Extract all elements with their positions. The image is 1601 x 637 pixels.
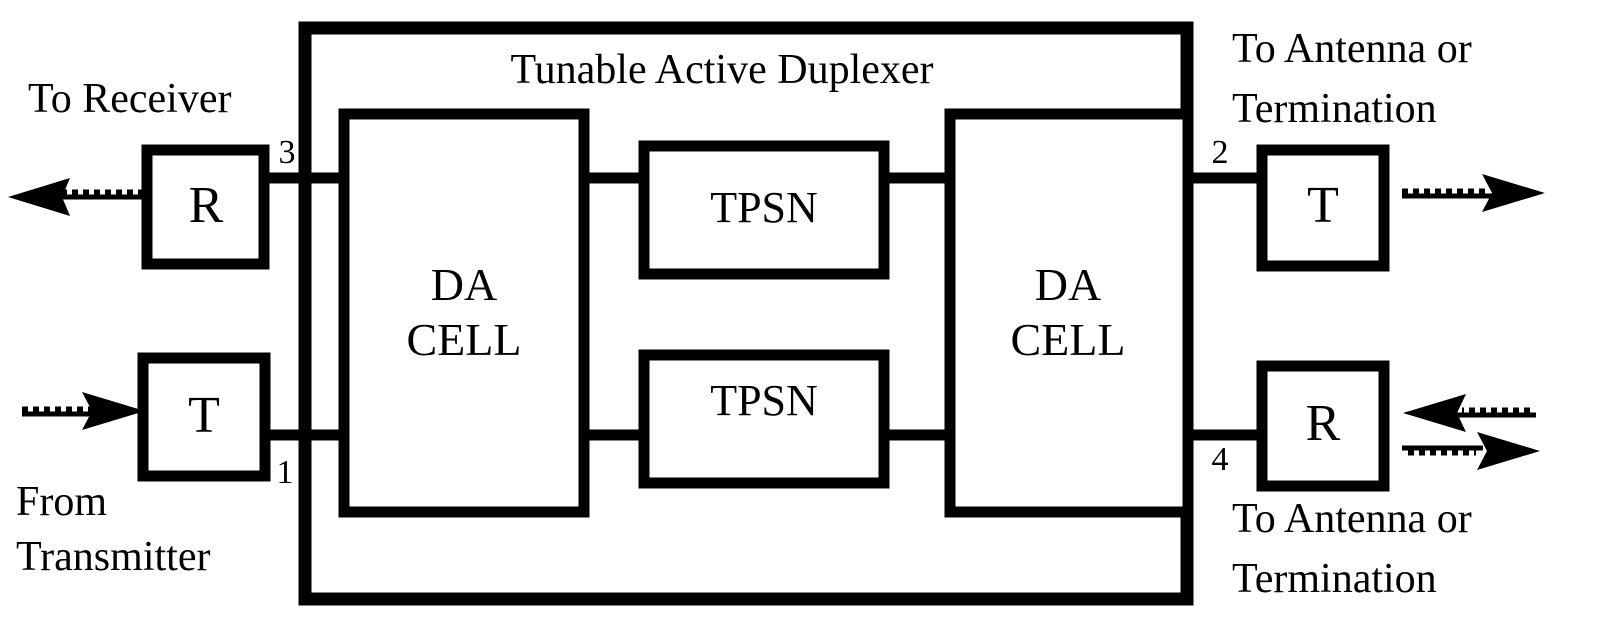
- port-label-1: 1: [277, 454, 294, 491]
- arrow-antenna-bottom-inbound-icon: [1403, 394, 1536, 432]
- arrow-to-antenna-top-icon: [1402, 174, 1545, 212]
- tpsn-top-label: TPSN: [710, 183, 818, 232]
- da-cell-right-label-line1: DA: [1035, 259, 1101, 310]
- r-bottom-right-label: R: [1306, 395, 1341, 452]
- t-bottom-left-label: T: [188, 387, 220, 444]
- caption-antenna-top-line2: Termination: [1232, 86, 1437, 132]
- tpsn-bottom-label: TPSN: [710, 376, 818, 425]
- caption-from-transmitter-line2: Transmitter: [16, 534, 210, 580]
- port-label-2: 2: [1212, 134, 1229, 171]
- diagram-title: Tunable Active Duplexer: [510, 47, 933, 93]
- caption-antenna-bottom-line1: To Antenna or: [1232, 496, 1472, 542]
- arrow-antenna-bottom-outbound-icon: [1402, 432, 1540, 470]
- da-cell-left-label-line2: CELL: [407, 314, 522, 365]
- da-cell-right-label-line2: CELL: [1011, 314, 1126, 365]
- port-label-4: 4: [1212, 441, 1229, 478]
- tunable-active-duplexer-diagram: Tunable Active Duplexer DA CELL DA CELL …: [8, 21, 1545, 606]
- da-cell-left-label-line1: DA: [431, 259, 497, 310]
- caption-from-transmitter-line1: From: [16, 479, 107, 525]
- da-cell-right-box: [944, 108, 1194, 518]
- arrow-to-receiver-icon: [8, 178, 144, 216]
- r-top-left-label: R: [189, 177, 224, 234]
- caption-to-receiver: To Receiver: [28, 76, 231, 122]
- caption-antenna-top-line1: To Antenna or: [1232, 26, 1472, 72]
- caption-antenna-bottom-line2: Termination: [1232, 556, 1437, 602]
- da-cell-left-box: [338, 108, 590, 518]
- arrow-from-transmitter-icon: [22, 392, 145, 430]
- port-label-3: 3: [279, 134, 296, 171]
- t-top-right-label: T: [1307, 177, 1339, 234]
- block-diagram-canvas: Tunable Active Duplexer DA CELL DA CELL …: [0, 0, 1601, 637]
